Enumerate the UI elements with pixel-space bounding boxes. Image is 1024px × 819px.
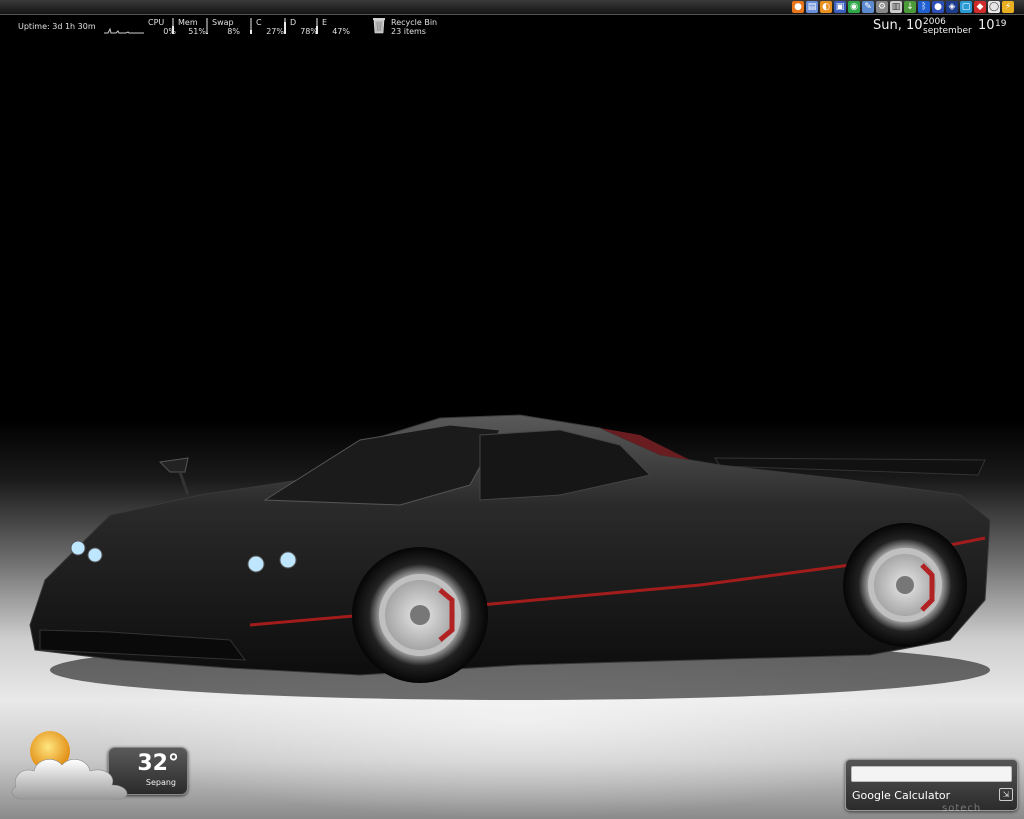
meter-value-d: 78% xyxy=(300,27,318,36)
google-calculator-widget: Google Calculator ⇲ xyxy=(845,759,1018,811)
meter-bar-mem xyxy=(172,18,174,34)
cpu-history-graph xyxy=(104,27,144,34)
globe-icon[interactable]: ● xyxy=(932,1,944,13)
meter-bar-d xyxy=(284,18,286,34)
recycle-bin-label[interactable]: Recycle Bin xyxy=(391,18,437,27)
clock-hour: 10 xyxy=(978,18,995,33)
clock-month: september xyxy=(923,26,972,36)
network-icon[interactable]: ◉ xyxy=(848,1,860,13)
clock-minute: 19 xyxy=(995,19,1007,29)
meter-fill xyxy=(206,33,208,34)
car-wallpaper-image xyxy=(29,414,991,700)
download-icon[interactable]: ↓ xyxy=(904,1,916,13)
meter-label-c: C xyxy=(256,18,262,27)
calculator-input[interactable] xyxy=(851,766,1012,782)
notes-icon[interactable]: ▤ xyxy=(806,1,818,13)
meter-value-c: 27% xyxy=(266,27,284,36)
bluetooth-icon[interactable]: ᛒ xyxy=(918,1,930,13)
clock-day: Sun, 10 xyxy=(873,18,923,33)
desktop-wallpaper xyxy=(0,0,1024,819)
monitor-icon[interactable]: ▢ xyxy=(960,1,972,13)
meter-label-swap: Swap xyxy=(212,18,234,27)
firefox-icon[interactable]: ● xyxy=(792,1,804,13)
meter-label-mem: Mem xyxy=(178,18,198,27)
recycle-bin-count: 23 items xyxy=(391,27,426,36)
power-icon[interactable]: ⚡ xyxy=(1002,1,1014,13)
meter-label-e: E xyxy=(322,18,328,27)
meter-label-d: D xyxy=(290,18,297,27)
recycle-bin-icon[interactable] xyxy=(372,17,386,34)
weather-widget[interactable]: 32° Sepang xyxy=(8,725,188,805)
meter-fill xyxy=(250,30,252,34)
meter-value-swap: 8% xyxy=(227,27,240,36)
weather-city: Sepang xyxy=(145,778,176,787)
settings-icon[interactable]: ⚙ xyxy=(876,1,888,13)
meter-fill xyxy=(284,22,286,34)
antivirus-icon[interactable]: ◆ xyxy=(974,1,986,13)
meter-value-mem: 51% xyxy=(188,27,206,36)
top-taskbar: ● ▤ ◐ ▣ ◉ ✎ ⚙ ▥ ↓ ᛒ ● ◈ ▢ ◆ ◯ ⚡ xyxy=(0,0,1024,15)
calculator-title: Google Calculator xyxy=(852,789,951,802)
meter-value-e: 47% xyxy=(332,27,350,36)
weather-temperature: 32° xyxy=(137,751,179,776)
meter-bar-swap xyxy=(206,18,208,34)
shield-icon[interactable]: ◈ xyxy=(946,1,958,13)
chat-icon[interactable]: ◯ xyxy=(988,1,1000,13)
save-icon[interactable]: ▣ xyxy=(834,1,846,13)
meter-label-cpu: CPU xyxy=(148,18,165,27)
meter-fill xyxy=(172,26,174,34)
meter-fill xyxy=(316,26,318,34)
meter-bar-e xyxy=(316,18,318,34)
media-player-icon[interactable]: ◐ xyxy=(820,1,832,13)
watermark-text: sotech xyxy=(942,803,982,814)
partly-cloudy-icon xyxy=(11,731,128,800)
calculator-options-icon[interactable]: ⇲ xyxy=(999,788,1013,801)
uptime-label: Uptime: 3d 1h 30m xyxy=(18,22,96,31)
meter-bar-c xyxy=(250,18,252,34)
clipboard-icon[interactable]: ▥ xyxy=(890,1,902,13)
editor-icon[interactable]: ✎ xyxy=(862,1,874,13)
system-tray: ● ▤ ◐ ▣ ◉ ✎ ⚙ ▥ ↓ ᛒ ● ◈ ▢ ◆ ◯ ⚡ xyxy=(792,1,1014,14)
